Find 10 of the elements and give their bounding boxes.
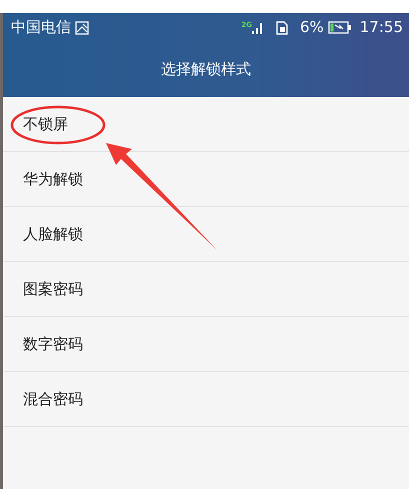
page-title: 选择解锁样式 — [161, 59, 251, 80]
carrier-name: 中国电信 — [11, 17, 71, 38]
option-row[interactable]: 图案密码 — [3, 262, 409, 317]
signal-icon — [252, 22, 264, 34]
battery-percent: 6% — [300, 17, 324, 38]
sim-card-icon — [276, 20, 288, 34]
option-row[interactable]: 数字密码 — [3, 317, 409, 372]
clock-time: 17:55 — [360, 17, 403, 38]
image-icon — [75, 20, 89, 34]
option-row[interactable]: 混合密码 — [3, 372, 409, 427]
